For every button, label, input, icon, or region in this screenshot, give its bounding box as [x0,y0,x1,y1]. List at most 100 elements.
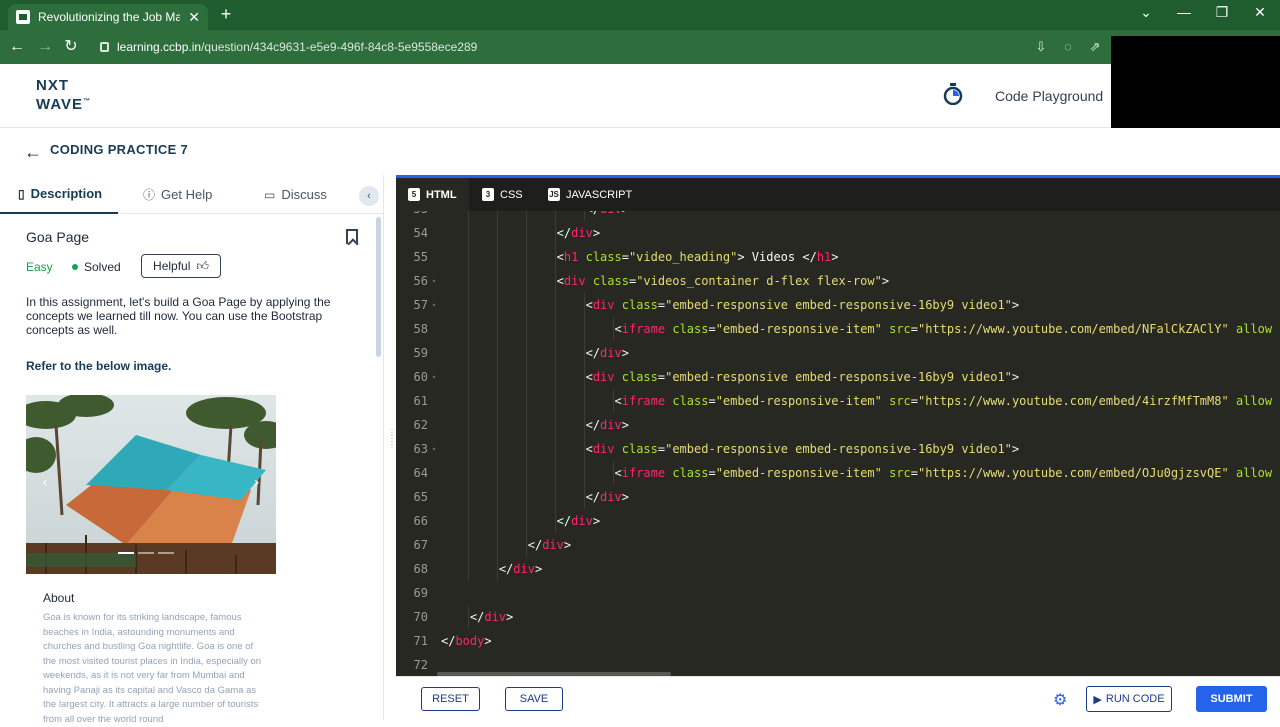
indent-guide [496,485,498,509]
back-icon[interactable]: ← [6,36,28,58]
code-text: <div class="embed-responsive embed-respo… [586,365,1020,389]
share-icon[interactable]: ⇗ [1086,38,1104,56]
browser-tab[interactable]: Revolutionizing the Job Market | ✕ [8,4,208,30]
run-code-button[interactable]: ▶ RUN CODE [1086,686,1172,712]
practice-header: ← CODING PRACTICE 7 [0,128,1280,175]
code-token: < [585,442,593,456]
minimize-icon[interactable]: — [1174,4,1194,20]
forward-icon[interactable]: → [34,36,56,58]
tab-get-help[interactable]: ⓘ Get Help [143,175,212,214]
code-token: > [621,418,629,432]
tab-javascript[interactable]: JS JAVASCRIPT [536,178,644,211]
code-line[interactable]: 63 ▸ <div class="embed-responsive embed-re… [396,437,1280,461]
indent-guide [583,389,585,413]
reload-icon[interactable]: ↻ [60,36,82,58]
code-line[interactable]: 54 </div> [396,221,1280,245]
tab-description[interactable]: ▯ Description [0,175,118,214]
code-line[interactable]: 62 </div> [396,413,1280,437]
site-favicon-icon [16,10,30,24]
url-field[interactable]: learning.ccbp.in/question/434c9631-e5e9-… [90,34,1110,60]
code-token: = [910,466,919,480]
stopwatch-icon[interactable] [942,83,964,105]
code-token: src [889,394,911,408]
line-number: 65 [413,490,428,504]
carousel-prev-icon[interactable]: ‹ [42,475,48,491]
code-area[interactable]: 53</div>54</div>55<h1 class="video_headi… [396,211,1280,676]
collapse-panel-icon[interactable]: ‹ [359,186,379,206]
code-line[interactable]: 68 </div> [396,557,1280,581]
code-token: "embed-responsive-item" [715,394,882,408]
code-token: "embed-responsive embed-responsive-16by9… [665,370,1012,384]
code-playground-link[interactable]: Code Playground [995,88,1103,104]
eye-off-icon[interactable]: ◌ [1059,38,1077,56]
carousel-indicator-active[interactable] [118,552,134,554]
indent-guide [525,389,527,413]
code-line[interactable]: 64 <iframe class="embed-responsive-item" … [396,461,1280,485]
tab-search-chevron-icon[interactable]: ⌄ [1136,4,1156,21]
carousel-indicator[interactable] [158,552,174,554]
code-token: div [592,298,615,312]
code-line[interactable]: 69 [396,581,1280,605]
code-line[interactable]: 60 ▸ <div class="embed-responsive embed-re… [396,365,1280,389]
code-line[interactable]: 65 </div> [396,485,1280,509]
code-text: <div class="embed-responsive embed-respo… [586,437,1020,461]
tab-discuss[interactable]: ▭ Discuss [264,175,327,214]
code-line[interactable]: 57 ▸ <div class="embed-responsive embed-re… [396,293,1280,317]
new-tab-icon[interactable]: + [216,4,236,24]
browser-tab-bar: Revolutionizing the Job Market | ✕ + ⌄ —… [0,0,1280,30]
nxtwave-logo[interactable]: NXT WAVE™ [36,78,91,113]
code-text: <iframe class="embed-responsive-item" sr… [615,461,1273,485]
code-line[interactable]: 71 </body> [396,629,1280,653]
indent-guide [467,485,469,509]
close-tab-icon[interactable]: ✕ [188,9,200,26]
code-line[interactable]: 58 <iframe class="embed-responsive-item" … [396,317,1280,341]
close-window-icon[interactable]: ✕ [1250,4,1270,21]
fold-arrow-icon[interactable]: ▸ [432,269,437,293]
fold-arrow-icon[interactable]: ▸ [432,437,437,461]
line-number: 61 [413,394,428,408]
panel-scrollbar[interactable] [376,217,381,357]
code-text: <div class="embed-responsive embed-respo… [586,293,1020,317]
code-line[interactable]: 61 <iframe class="embed-responsive-item" … [396,389,1280,413]
indent-guide [496,211,498,221]
tab-css[interactable]: 3 CSS [470,178,535,211]
fold-arrow-icon[interactable]: ▸ [432,293,437,317]
code-line[interactable]: 53 </div> [396,211,1280,221]
line-number: 71 [413,634,428,648]
indent-guide [554,317,556,341]
code-line[interactable]: 70 </div> [396,605,1280,629]
carousel-next-icon[interactable]: › [254,475,260,491]
code-token: div [484,610,507,624]
helpful-button[interactable]: Helpful 👍︎ [141,254,221,278]
bookmark-icon[interactable] [346,229,358,244]
maximize-icon[interactable]: ❐ [1212,4,1232,21]
indent-guide [583,365,585,389]
resize-handle-icon[interactable]: ⋮ ⋮ ⋮ [388,429,396,466]
code-line[interactable]: 67 </div> [396,533,1280,557]
code-line[interactable]: 56 ▸ <div class="videos_container d-flex f… [396,269,1280,293]
code-line[interactable]: 59 </div> [396,341,1280,365]
reset-button[interactable]: RESET [421,687,480,711]
code-token: "https://www.youtube.com/embed/OJu0gjzsv… [918,466,1229,480]
code-line[interactable]: 66 </div> [396,509,1280,533]
code-token: class [672,394,709,408]
submit-button[interactable]: SUBMIT [1196,686,1267,712]
line-number: 60 [413,370,428,384]
save-button[interactable]: SAVE [505,687,563,711]
code-line[interactable]: 55 <h1 class="video_heading"> Videos </h1… [396,245,1280,269]
indent-guide [467,605,469,629]
code-token: class [621,298,658,312]
trademark-icon: ™ [83,98,92,105]
back-arrow-icon[interactable]: ← [24,142,42,163]
gear-icon[interactable]: ⚙ [1053,690,1067,710]
carousel-indicator[interactable] [138,552,154,554]
code-token: < [556,250,564,264]
install-app-icon[interactable]: ⇩ [1032,38,1050,56]
fold-arrow-icon[interactable]: ▸ [432,365,437,389]
goa-reference-image: ‹ › [26,395,276,574]
editor-actions-bar: RESET SAVE ⚙ ▶ RUN CODE SUBMIT [396,676,1280,720]
tab-html[interactable]: 5 HTML [396,178,469,211]
